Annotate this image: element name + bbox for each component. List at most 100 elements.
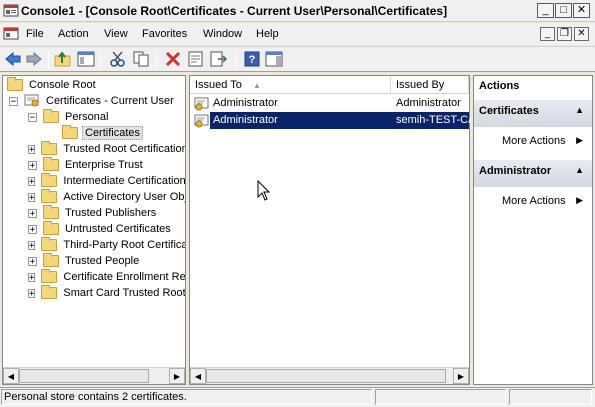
properties-icon[interactable] <box>186 49 206 69</box>
tree-horizontal-scrollbar[interactable]: ◀ ▶ <box>3 367 185 384</box>
menu-bar <box>0 23 595 45</box>
show-hide-tree-icon[interactable] <box>76 49 96 69</box>
export-list-icon[interactable] <box>209 49 229 69</box>
cell-issued-to: Administrator <box>213 114 278 126</box>
maximize-button[interactable]: □ <box>555 3 572 18</box>
delete-icon[interactable] <box>163 49 183 69</box>
folder-icon <box>43 205 59 219</box>
more-actions-administrator[interactable]: More Actions ▶ <box>474 191 592 215</box>
list-horizontal-scrollbar[interactable]: ◀ ▶ <box>190 367 469 384</box>
status-panel <box>509 389 592 405</box>
tree-item[interactable]: + Trusted Root Certification <box>3 141 185 157</box>
menu-window[interactable]: Window <box>203 28 242 40</box>
tree-item[interactable]: + Intermediate Certification <box>3 173 185 189</box>
scrollbar-thumb[interactable] <box>19 369 149 383</box>
menu-view[interactable]: View <box>104 28 128 40</box>
cut-icon[interactable] <box>108 49 128 69</box>
collapse-icon[interactable]: − <box>9 96 18 106</box>
actions-section-administrator[interactable]: Administrator ▲ <box>474 160 592 187</box>
certificate-row[interactable]: Administrator Administrator <box>190 95 469 112</box>
tree-item[interactable]: + Certificate Enrollment Re <box>3 269 185 285</box>
folder-icon <box>41 189 58 203</box>
tree-item[interactable]: Certificates <box>3 125 185 141</box>
expand-icon[interactable]: + <box>28 288 36 298</box>
results-list-pane[interactable]: Issued To ▲ Issued By Administrator Admin… <box>189 75 471 385</box>
expand-icon[interactable]: + <box>28 256 37 266</box>
column-header-issued-to[interactable]: Issued To ▲ <box>190 76 391 94</box>
folder-icon <box>7 77 23 91</box>
tree-item[interactable]: + Untrusted Certificates <box>3 221 185 237</box>
toolbar-separator <box>48 50 49 68</box>
close-button[interactable]: ✕ <box>573 3 590 18</box>
tree-item-label: Certificates - Current User <box>46 95 174 107</box>
mdi-close-button[interactable]: ✕ <box>574 27 589 41</box>
submenu-arrow-icon: ▶ <box>576 135 583 145</box>
scroll-left-icon[interactable]: ◀ <box>3 368 19 384</box>
svg-text:?: ? <box>249 54 256 66</box>
document-icon[interactable] <box>3 26 19 42</box>
tree-item-label: Certificate Enrollment Re <box>63 271 185 283</box>
mdi-minimize-button[interactable]: _ <box>540 27 555 41</box>
mdi-restore-button[interactable]: ❐ <box>557 27 572 41</box>
folder-icon <box>43 221 59 235</box>
scrollbar-thumb[interactable] <box>206 369 446 383</box>
more-actions-certificates[interactable]: More Actions ▶ <box>474 131 592 155</box>
scroll-right-icon[interactable]: ▶ <box>453 368 469 384</box>
folder-icon <box>41 141 58 155</box>
copy-icon[interactable] <box>131 49 151 69</box>
show-hide-action-pane-icon[interactable] <box>264 49 284 69</box>
folder-icon <box>41 285 58 299</box>
certificate-row[interactable]: Administrator semih-TEST-CA <box>190 112 471 129</box>
menu-file[interactable]: File <box>26 28 44 40</box>
folder-icon <box>41 237 58 251</box>
actions-section-certificates[interactable]: Certificates ▲ <box>474 100 592 127</box>
tree-item[interactable]: − Certificates - Current User <box>3 93 185 109</box>
tree-item-label: Third-Party Root Certifica <box>63 239 185 251</box>
expand-icon[interactable]: + <box>28 224 37 234</box>
tree-item[interactable]: − Personal <box>3 109 185 125</box>
cell-issued-by: Administrator <box>396 97 461 109</box>
restore-icon: ❐ <box>560 28 569 39</box>
collapse-caret-icon[interactable]: ▲ <box>575 165 584 175</box>
expand-icon[interactable]: + <box>28 192 36 202</box>
tree-item[interactable]: + Third-Party Root Certifica <box>3 237 185 253</box>
menu-action[interactable]: Action <box>58 28 89 40</box>
expand-icon[interactable]: + <box>28 208 37 218</box>
actions-section-title: Administrator <box>479 165 552 177</box>
menu-help[interactable]: Help <box>256 28 279 40</box>
collapse-caret-icon[interactable]: ▲ <box>575 105 584 115</box>
column-header-issued-by[interactable]: Issued By <box>391 76 469 94</box>
expand-icon[interactable]: + <box>28 160 37 170</box>
tree-item[interactable]: + Smart Card Trusted Root <box>3 285 185 301</box>
expand-icon[interactable]: + <box>28 176 36 186</box>
tree-item-label: Certificates <box>82 126 144 140</box>
back-arrow-icon[interactable] <box>3 49 23 69</box>
collapse-icon[interactable]: − <box>28 112 37 122</box>
tree-item[interactable]: Console Root <box>3 77 185 93</box>
minimize-button[interactable]: _ <box>537 3 554 18</box>
forward-arrow-icon[interactable] <box>24 49 44 69</box>
expand-icon[interactable]: + <box>28 272 36 282</box>
close-icon: ✕ <box>577 28 586 39</box>
tree-item-label: Smart Card Trusted Root <box>63 287 185 299</box>
action-item-label: More Actions <box>502 135 566 147</box>
tree-item[interactable]: + Trusted Publishers <box>3 205 185 221</box>
expand-icon[interactable]: + <box>28 144 36 154</box>
console-tree-pane[interactable]: Console Root − Certificates - Current User… <box>2 75 186 385</box>
toolbar-separator <box>235 50 236 68</box>
expand-icon[interactable]: + <box>28 240 36 250</box>
tree-item-label: Intermediate Certification <box>63 175 185 187</box>
scroll-right-icon[interactable]: ▶ <box>169 368 185 384</box>
help-icon[interactable]: ? <box>242 49 262 69</box>
window-title: Console1 - [Console Root\Certificates - … <box>21 4 448 18</box>
tree-item[interactable]: + Enterprise Trust <box>3 157 185 173</box>
tree-item[interactable]: + Active Directory User Obj <box>3 189 185 205</box>
up-folder-icon[interactable] <box>53 49 73 69</box>
folder-icon <box>41 173 58 187</box>
mmc-console-icon <box>3 3 19 19</box>
menu-favorites[interactable]: Favorites <box>142 28 187 40</box>
tree-item-label: Enterprise Trust <box>65 159 143 171</box>
minimize-icon: _ <box>542 4 549 16</box>
scroll-left-icon[interactable]: ◀ <box>190 368 206 384</box>
tree-item[interactable]: + Trusted People <box>3 253 185 269</box>
